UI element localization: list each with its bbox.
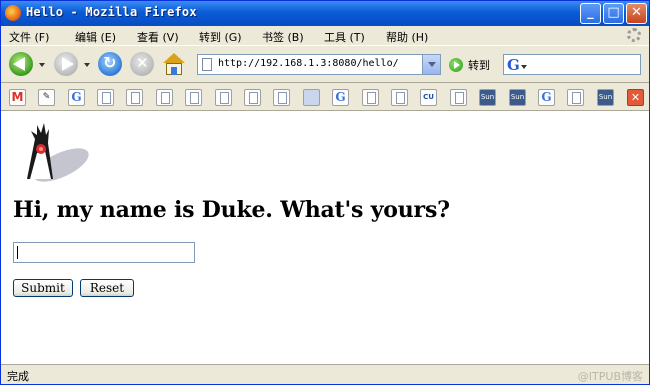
forward-arrow-icon	[62, 57, 74, 71]
menu-help[interactable]: 帮助 (H)	[386, 29, 428, 45]
sun-icon[interactable]: Sun	[479, 89, 496, 106]
google-icon[interactable]: G	[538, 89, 555, 106]
forward-history-dropdown[interactable]	[84, 63, 90, 67]
page-icon[interactable]	[362, 89, 379, 106]
throbber-icon	[627, 28, 641, 42]
url-history-dropdown[interactable]	[422, 55, 440, 74]
close-icon[interactable]: ✕	[627, 89, 644, 106]
maximize-button[interactable]: □	[603, 3, 624, 24]
rss-icon[interactable]: ✎	[38, 89, 55, 106]
firefox-icon	[5, 5, 21, 21]
stop-icon: ✕	[136, 54, 149, 72]
home-button[interactable]	[162, 52, 186, 76]
page-icon[interactable]	[391, 89, 408, 106]
back-arrow-icon	[13, 57, 25, 71]
back-history-dropdown[interactable]	[39, 63, 45, 67]
stop-button[interactable]: ✕	[130, 52, 154, 76]
gmail-icon[interactable]: M	[9, 89, 26, 106]
page-content: Hi, my name is Duke. What's yours? Submi…	[1, 111, 649, 364]
submit-button[interactable]: Submit	[13, 279, 73, 297]
page-icon[interactable]	[273, 89, 290, 106]
page-icon[interactable]	[215, 89, 232, 106]
go-button[interactable]	[449, 58, 463, 72]
window-title: Hello - Mozilla Firefox	[26, 5, 197, 19]
title-bar[interactable]: Hello - Mozilla Firefox _ □ ✕	[1, 1, 649, 26]
name-input[interactable]	[13, 242, 195, 263]
navigation-toolbar: ↻ ✕ http://192.168.1.3:8080/hello/ 转到 G	[1, 45, 649, 83]
page-icon[interactable]	[244, 89, 261, 106]
page-icon[interactable]	[185, 89, 202, 106]
reload-button[interactable]: ↻	[98, 52, 122, 76]
menu-bar: 文件 (F) 编辑 (E) 查看 (V) 转到 (G) 书签 (B) 工具 (T…	[1, 26, 649, 45]
page-icon[interactable]	[97, 89, 114, 106]
menu-bookmarks[interactable]: 书签 (B)	[262, 29, 304, 45]
search-engine-dropdown[interactable]	[521, 65, 527, 69]
menu-view[interactable]: 查看 (V)	[137, 29, 179, 45]
close-button[interactable]: ✕	[626, 3, 647, 24]
google-icon[interactable]: G	[68, 89, 85, 106]
status-text: 完成	[7, 370, 29, 383]
reload-icon: ↻	[103, 53, 117, 72]
page-icon[interactable]	[450, 89, 467, 106]
page-icon	[202, 58, 212, 71]
menu-tools[interactable]: 工具 (T)	[324, 29, 365, 45]
status-bar: 完成 @ITPUB博客	[1, 364, 649, 384]
address-bar[interactable]: http://192.168.1.3:8080/hello/	[197, 54, 441, 75]
home-icon	[163, 53, 185, 63]
google-icon[interactable]: G	[332, 89, 349, 106]
search-box[interactable]: G	[503, 54, 641, 75]
page-heading: Hi, my name is Duke. What's yours?	[13, 197, 450, 223]
menu-go[interactable]: 转到 (G)	[199, 29, 242, 45]
url-text[interactable]: http://192.168.1.3:8080/hello/	[218, 58, 399, 69]
minimize-button[interactable]: _	[580, 3, 601, 24]
image-icon[interactable]	[303, 89, 320, 106]
page-icon[interactable]	[126, 89, 143, 106]
browser-window: Hello - Mozilla Firefox _ □ ✕ 文件 (F) 编辑 …	[0, 0, 650, 385]
reset-button[interactable]: Reset	[80, 279, 134, 297]
watermark-text: @ITPUB博客	[577, 370, 643, 383]
forward-button[interactable]	[54, 52, 78, 76]
back-button[interactable]	[9, 52, 33, 76]
google-search-icon[interactable]: G	[507, 56, 520, 74]
sun-icon[interactable]: Sun	[597, 89, 614, 106]
sun-icon[interactable]: Sun	[509, 89, 526, 106]
duke-mascot-image	[27, 123, 89, 182]
page-icon[interactable]	[156, 89, 173, 106]
go-label[interactable]: 转到	[468, 57, 490, 73]
bookmarks-toolbar: M ✎ G G CU Sun Sun G Sun ✕	[1, 84, 649, 111]
menu-edit[interactable]: 编辑 (E)	[75, 29, 116, 45]
text-cursor	[17, 246, 18, 259]
cu-icon[interactable]: CU	[420, 89, 437, 106]
page-icon[interactable]	[567, 89, 584, 106]
menu-file[interactable]: 文件 (F)	[9, 29, 49, 45]
